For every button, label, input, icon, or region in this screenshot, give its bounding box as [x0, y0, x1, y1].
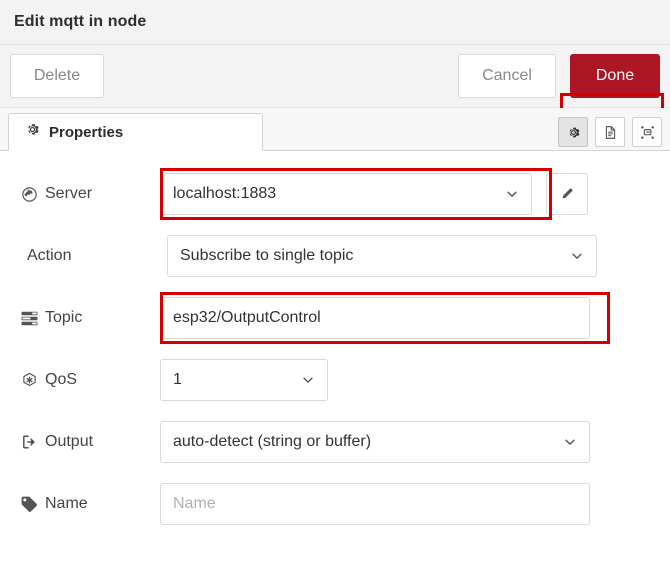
- form-row-output: Output auto-detect (string or buffer): [0, 421, 670, 463]
- tasks-icon: [20, 309, 38, 327]
- topic-input[interactable]: esp32/OutputControl: [160, 297, 590, 339]
- node-appearance-icon[interactable]: [632, 117, 662, 147]
- name-placeholder: Name: [173, 495, 216, 512]
- globe-icon: [20, 185, 38, 203]
- tab-properties-label: Properties: [49, 123, 124, 141]
- cancel-button[interactable]: Cancel: [458, 54, 556, 98]
- tab-tool-buttons: [558, 117, 662, 150]
- node-settings-icon[interactable]: [558, 117, 588, 147]
- name-input[interactable]: Name: [160, 483, 590, 525]
- qos-select[interactable]: 1: [160, 359, 328, 401]
- chevron-down-icon: [507, 191, 517, 197]
- chevron-down-icon: [572, 253, 582, 259]
- asterisk-hex-icon: [20, 371, 38, 389]
- dialog-button-bar: Delete Cancel Done: [0, 45, 670, 151]
- server-edit-button[interactable]: [546, 173, 588, 215]
- sign-out-icon: [20, 433, 38, 451]
- form-row-name: Name Name: [0, 483, 670, 525]
- qos-label-group: QoS: [20, 371, 160, 389]
- done-button[interactable]: Done: [570, 54, 660, 98]
- output-select[interactable]: auto-detect (string or buffer): [160, 421, 590, 463]
- form-row-topic: Topic esp32/OutputControl: [0, 292, 670, 344]
- delete-button[interactable]: Delete: [10, 54, 104, 98]
- output-value: auto-detect (string or buffer): [173, 433, 372, 450]
- tab-bar: Properties: [0, 108, 670, 151]
- topic-label: Topic: [45, 309, 83, 326]
- node-description-icon[interactable]: [595, 117, 625, 147]
- topic-value: esp32/OutputControl: [173, 309, 321, 326]
- chevron-down-icon: [303, 377, 313, 383]
- topic-label-group: Topic: [20, 309, 160, 327]
- properties-form: Server localhost:1883 Action Subscribe t…: [0, 151, 670, 525]
- dialog-primary-actions: Cancel Done: [458, 54, 660, 98]
- dialog-title: Edit mqtt in node: [14, 13, 147, 30]
- form-row-server: Server localhost:1883: [0, 168, 670, 220]
- chevron-down-icon: [565, 439, 575, 445]
- server-select[interactable]: localhost:1883: [160, 173, 532, 215]
- action-label-group: Action: [20, 247, 167, 265]
- dialog-titlebar: Edit mqtt in node: [0, 0, 670, 45]
- qos-value: 1: [173, 371, 182, 388]
- qos-label: QoS: [45, 371, 78, 388]
- tab-properties[interactable]: Properties: [8, 113, 263, 151]
- server-label: Server: [45, 185, 93, 202]
- tag-icon: [20, 495, 38, 513]
- gear-icon: [25, 122, 40, 142]
- name-label-group: Name: [20, 495, 160, 513]
- pencil-icon: [562, 188, 573, 199]
- output-label-group: Output: [20, 433, 160, 451]
- server-label-group: Server: [20, 185, 160, 203]
- form-row-qos: QoS 1: [0, 359, 670, 401]
- action-value: Subscribe to single topic: [180, 247, 354, 264]
- action-select[interactable]: Subscribe to single topic: [167, 235, 597, 277]
- name-label: Name: [45, 495, 88, 512]
- output-label: Output: [45, 433, 94, 450]
- action-label: Action: [27, 247, 72, 264]
- form-row-action: Action Subscribe to single topic: [0, 235, 670, 277]
- server-value: localhost:1883: [173, 185, 277, 202]
